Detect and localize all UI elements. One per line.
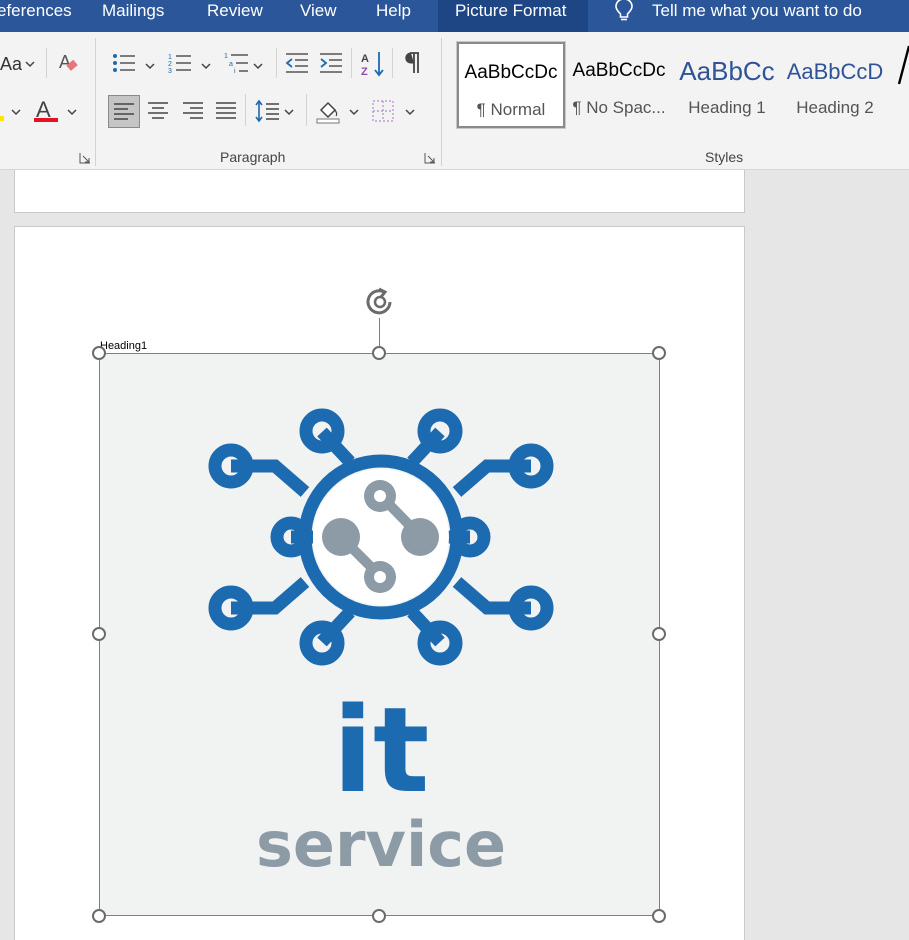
anchor-label: Heading1 <box>100 340 148 352</box>
svg-text:a: a <box>229 61 233 68</box>
resize-handle-top-left[interactable] <box>92 346 106 360</box>
svg-text:1: 1 <box>168 54 172 61</box>
svg-text:3: 3 <box>168 68 172 75</box>
svg-text:i: i <box>234 68 236 75</box>
style-name: ¶ Normal <box>476 100 546 119</box>
svg-text:2: 2 <box>168 61 172 68</box>
ribbon: Aa A A 1 2 3 1 a i A Z Paragraph AaBbCcD… <box>0 32 909 170</box>
tab-help[interactable]: Help <box>376 0 411 32</box>
shading-icon[interactable] <box>315 98 341 124</box>
align-left-button[interactable] <box>108 95 140 128</box>
styles-gallery: AaBbCcDc ¶ Normal AaBbCcDc ¶ No Spac... … <box>455 40 909 130</box>
style-name: Heading 2 <box>796 98 874 117</box>
resize-handle-bottom-right[interactable] <box>652 909 666 923</box>
numbering-icon[interactable]: 1 2 3 <box>168 51 192 75</box>
shading-chevron-icon[interactable] <box>349 108 359 116</box>
svg-text:A: A <box>59 52 71 72</box>
style-sample: AaBbCcDc <box>464 62 558 83</box>
svg-text:1: 1 <box>224 53 228 60</box>
resize-handle-top-right[interactable] <box>652 346 666 360</box>
separator <box>245 94 246 126</box>
line-spacing-chevron-icon[interactable] <box>284 108 294 116</box>
separator <box>351 48 352 78</box>
selected-picture[interactable]: it service <box>99 353 660 916</box>
style-no-spacing[interactable]: AaBbCcDc ¶ No Spac... <box>565 42 673 128</box>
increase-indent-icon[interactable] <box>319 52 343 74</box>
decrease-indent-icon[interactable] <box>285 52 309 74</box>
highlight-chevron-icon[interactable] <box>11 108 21 116</box>
multilevel-list-icon[interactable]: 1 a i <box>224 51 250 75</box>
change-case-chevron-icon[interactable] <box>25 60 35 68</box>
change-case-button[interactable]: Aa <box>0 54 22 75</box>
style-sample: AaBbCcD <box>786 59 884 84</box>
style-sample: AaBbCc <box>679 56 775 86</box>
highlight-color-icon[interactable] <box>0 98 8 122</box>
style-normal[interactable]: AaBbCcDc ¶ Normal <box>456 41 566 129</box>
tell-me-search[interactable]: Tell me what you want to do <box>652 0 862 32</box>
line-spacing-icon[interactable] <box>254 98 280 124</box>
style-name: ¶ No Spac... <box>572 98 666 117</box>
separator <box>392 48 393 78</box>
sort-icon[interactable]: A Z <box>360 50 386 78</box>
resize-handle-bottom[interactable] <box>372 909 386 923</box>
borders-icon[interactable] <box>372 100 394 122</box>
it-service-logo: it service <box>208 408 554 881</box>
style-title-partial[interactable] <box>895 38 909 94</box>
svg-text:Z: Z <box>361 66 368 78</box>
paragraph-dialog-launcher-icon[interactable] <box>424 151 436 164</box>
style-name: Heading 1 <box>688 98 766 117</box>
paragraph-group-label: Paragraph <box>220 149 286 165</box>
group-separator <box>95 38 96 166</box>
previous-page <box>14 170 745 213</box>
resize-handle-top[interactable] <box>372 346 386 360</box>
separator <box>306 94 307 126</box>
tab-view[interactable]: View <box>300 0 337 32</box>
separator <box>46 48 47 78</box>
clear-formatting-icon[interactable]: A <box>57 51 81 77</box>
tab-mailings[interactable]: Mailings <box>102 0 164 32</box>
tab-references[interactable]: eferences <box>0 0 72 32</box>
resize-handle-right[interactable] <box>652 627 666 641</box>
ribbon-tab-bar: eferences Mailings Review View Help Pict… <box>0 0 909 32</box>
rotate-handle-icon[interactable] <box>363 285 397 319</box>
logo-main-text: it <box>333 681 430 819</box>
style-heading-1[interactable]: AaBbCc Heading 1 <box>673 42 781 128</box>
svg-text:A: A <box>361 53 369 65</box>
style-sample: AaBbCcDc <box>572 60 666 81</box>
resize-handle-bottom-left[interactable] <box>92 909 106 923</box>
tab-review[interactable]: Review <box>207 0 263 32</box>
resize-handle-left[interactable] <box>92 627 106 641</box>
multilevel-chevron-icon[interactable] <box>253 62 263 70</box>
styles-group-label: Styles <box>705 149 744 165</box>
justify-icon[interactable] <box>215 100 237 122</box>
tab-picture-format[interactable]: Picture Format <box>438 0 588 32</box>
align-right-icon[interactable] <box>182 100 204 122</box>
bullets-icon[interactable] <box>112 51 136 75</box>
group-separator <box>441 38 442 166</box>
style-heading-2[interactable]: AaBbCcD Heading 2 <box>781 42 889 128</box>
separator <box>276 48 277 78</box>
font-dialog-launcher-icon[interactable] <box>79 151 91 164</box>
font-color-chevron-icon[interactable] <box>67 108 77 116</box>
borders-chevron-icon[interactable] <box>405 108 415 116</box>
lightbulb-icon <box>612 0 636 24</box>
font-color-icon[interactable]: A <box>33 96 59 124</box>
align-center-icon[interactable] <box>147 100 169 122</box>
logo-sub-text: service <box>256 808 506 881</box>
bullets-chevron-icon[interactable] <box>145 62 155 70</box>
show-formatting-marks-icon[interactable] <box>401 51 421 77</box>
numbering-chevron-icon[interactable] <box>201 62 211 70</box>
